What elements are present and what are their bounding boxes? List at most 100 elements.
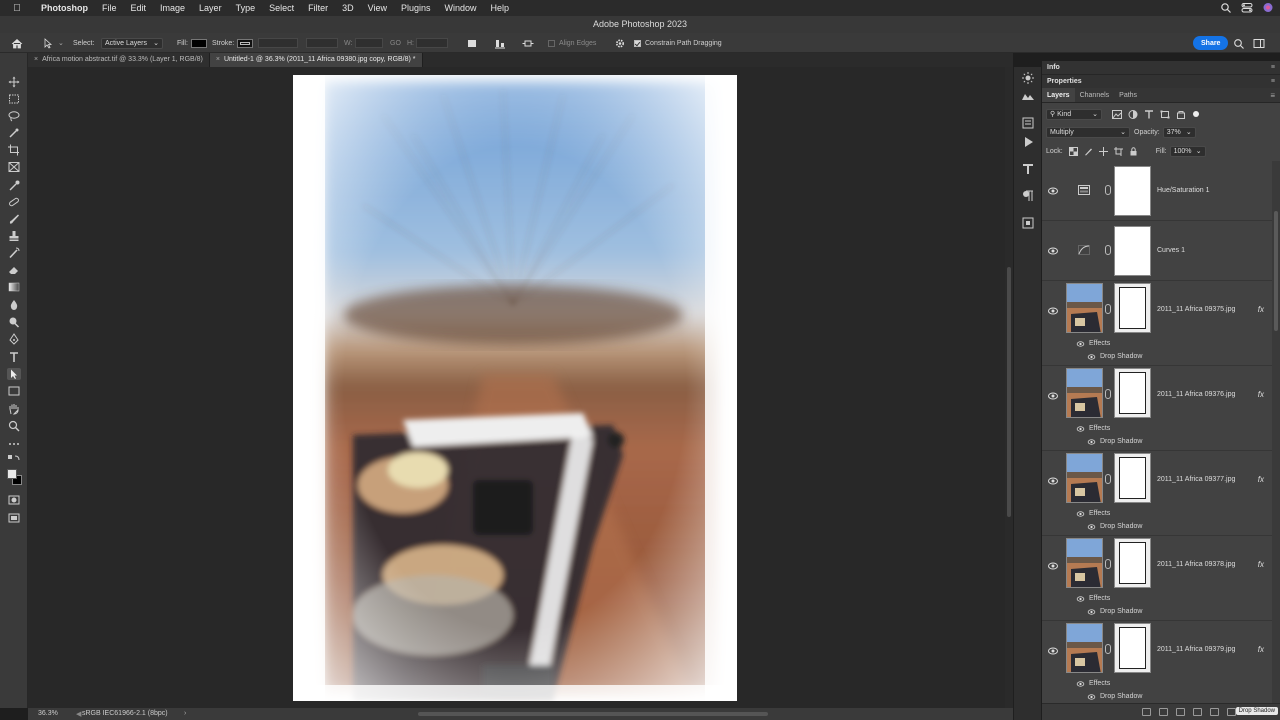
menu-layer[interactable]: Layer: [192, 3, 229, 13]
layer-name[interactable]: Hue/Saturation 1: [1157, 187, 1210, 194]
layer-name[interactable]: 2011_11 Africa 09377.jpg: [1157, 476, 1235, 483]
dodge-tool-icon[interactable]: [7, 316, 21, 328]
width-field[interactable]: [355, 38, 383, 48]
layer-row[interactable]: 2011_11 Africa 09378.jpg fx Effects Drop…: [1042, 536, 1272, 621]
crop-tool-icon[interactable]: [7, 144, 21, 156]
layer-effects-fx-icon[interactable]: fx: [1258, 475, 1264, 484]
fill-field[interactable]: 100% ⌄: [1169, 145, 1206, 157]
path-selection-tool-icon[interactable]: [7, 368, 21, 380]
new-group-icon[interactable]: [1210, 708, 1219, 716]
rectangle-tool-icon[interactable]: [7, 385, 21, 397]
effects-row[interactable]: Effects: [1076, 340, 1110, 347]
info-panel-header[interactable]: Info ≡: [1042, 61, 1280, 75]
glyphs-icon[interactable]: [1021, 217, 1035, 229]
effects-row[interactable]: Effects: [1076, 425, 1110, 432]
eye-icon[interactable]: [1087, 608, 1096, 615]
control-center-icon[interactable]: [1241, 2, 1253, 13]
layer-row[interactable]: 2011_11 Africa 09379.jpg fx Effects Drop…: [1042, 621, 1272, 703]
tab-channels[interactable]: Channels: [1075, 88, 1115, 102]
effects-row[interactable]: Effects: [1076, 510, 1110, 517]
panel-menu-icon[interactable]: ≡: [1271, 61, 1275, 75]
filter-adjustment-icon[interactable]: [1128, 109, 1138, 119]
scroll-thumb[interactable]: [1007, 267, 1011, 517]
link-icon[interactable]: [1105, 474, 1111, 484]
layer-thumbnail[interactable]: [1066, 283, 1103, 333]
new-adjustment-icon[interactable]: [1193, 708, 1202, 716]
eye-icon[interactable]: [1076, 425, 1085, 432]
eye-icon[interactable]: [1076, 595, 1085, 602]
path-arrangement-icon[interactable]: [522, 33, 534, 53]
lock-image-brush-icon[interactable]: [1084, 147, 1093, 156]
filter-kind-dropdown[interactable]: ⚲ Kind ⌄: [1046, 108, 1102, 120]
filter-toggle-icon[interactable]: [1192, 110, 1200, 118]
eye-icon[interactable]: [1087, 438, 1096, 445]
horizontal-scrollbar[interactable]: [418, 712, 768, 716]
link-icon[interactable]: [1105, 389, 1111, 399]
eye-icon[interactable]: [1048, 307, 1058, 315]
eyedropper-tool-icon[interactable]: [7, 179, 21, 191]
direct-selection-tool-icon[interactable]: [42, 33, 54, 53]
adjustments-sun-icon[interactable]: [1021, 72, 1035, 84]
tab-layers[interactable]: Layers: [1042, 88, 1075, 102]
link-icon[interactable]: [1105, 304, 1111, 314]
close-icon[interactable]: ×: [34, 56, 38, 63]
object-selection-tool-icon[interactable]: [7, 127, 21, 139]
tab-paths[interactable]: Paths: [1114, 88, 1142, 102]
tab-untitled-1[interactable]: × Untitled-1 @ 36.3% (2011_11 Africa 0938…: [209, 53, 423, 67]
layer-effects-fx-icon[interactable]: fx: [1258, 305, 1264, 314]
layer-name[interactable]: 2011_11 Africa 09378.jpg: [1157, 561, 1235, 568]
add-style-fx-icon[interactable]: [1159, 708, 1168, 716]
marquee-tool-icon[interactable]: [7, 93, 21, 105]
layer-effects-fx-icon[interactable]: fx: [1258, 645, 1264, 654]
drop-shadow-row[interactable]: Drop Shadow: [1087, 608, 1142, 615]
menu-view[interactable]: View: [361, 3, 394, 13]
lock-artboard-icon[interactable]: [1113, 146, 1123, 156]
blend-mode-dropdown[interactable]: Multiply ⌄: [1046, 126, 1130, 138]
menu-file[interactable]: File: [95, 3, 124, 13]
eraser-tool-icon[interactable]: [7, 264, 21, 276]
height-field[interactable]: [416, 38, 448, 48]
panel-menu-icon[interactable]: ≡: [1270, 88, 1275, 103]
eye-icon[interactable]: [1087, 693, 1096, 700]
eye-icon[interactable]: [1048, 187, 1058, 195]
menu-plugins[interactable]: Plugins: [394, 3, 438, 13]
lock-position-icon[interactable]: [1098, 146, 1108, 156]
constrain-path-checkbox[interactable]: [634, 39, 641, 47]
document-canvas[interactable]: [293, 75, 737, 701]
path-alignment-icon[interactable]: [494, 33, 506, 53]
frame-tool-icon[interactable]: [7, 161, 21, 173]
filter-pixel-icon[interactable]: [1112, 109, 1122, 119]
actions-play-icon[interactable]: [1021, 136, 1035, 148]
layer-effects-fx-icon[interactable]: fx: [1258, 560, 1264, 569]
paragraph-icon[interactable]: [1021, 190, 1035, 202]
panel-menu-icon[interactable]: ≡: [1271, 75, 1275, 89]
effects-row[interactable]: Effects: [1076, 680, 1110, 687]
menu-image[interactable]: Image: [153, 3, 192, 13]
lasso-tool-icon[interactable]: [7, 110, 21, 122]
link-icon[interactable]: [1105, 644, 1111, 654]
drop-shadow-row[interactable]: Drop Shadow: [1087, 438, 1142, 445]
filter-type-icon[interactable]: [1144, 109, 1154, 119]
gradient-tool-icon[interactable]: [7, 281, 21, 293]
home-icon[interactable]: [11, 33, 23, 53]
chevron-right-icon[interactable]: ›: [184, 710, 186, 717]
color-swatches[interactable]: [7, 467, 22, 487]
filter-smart-object-icon[interactable]: [1176, 110, 1186, 119]
layer-mask-thumbnail[interactable]: [1114, 166, 1151, 216]
link-icon[interactable]: [1105, 559, 1111, 569]
menu-3d[interactable]: 3D: [335, 3, 361, 13]
eye-icon[interactable]: [1048, 647, 1058, 655]
opacity-field[interactable]: 37% ⌄: [1162, 126, 1196, 138]
eye-icon[interactable]: [1087, 353, 1096, 360]
hand-tool-icon[interactable]: [7, 403, 21, 415]
menu-window[interactable]: Window: [438, 3, 484, 13]
brush-tool-icon[interactable]: [7, 213, 21, 225]
menu-select[interactable]: Select: [262, 3, 301, 13]
layer-mask-thumbnail[interactable]: [1114, 368, 1151, 418]
eye-icon[interactable]: [1076, 340, 1085, 347]
history-icon[interactable]: [1021, 117, 1035, 129]
menu-filter[interactable]: Filter: [301, 3, 335, 13]
eye-icon[interactable]: [1087, 523, 1096, 530]
menu-photoshop[interactable]: Photoshop: [34, 3, 95, 13]
blur-tool-icon[interactable]: [7, 299, 21, 311]
